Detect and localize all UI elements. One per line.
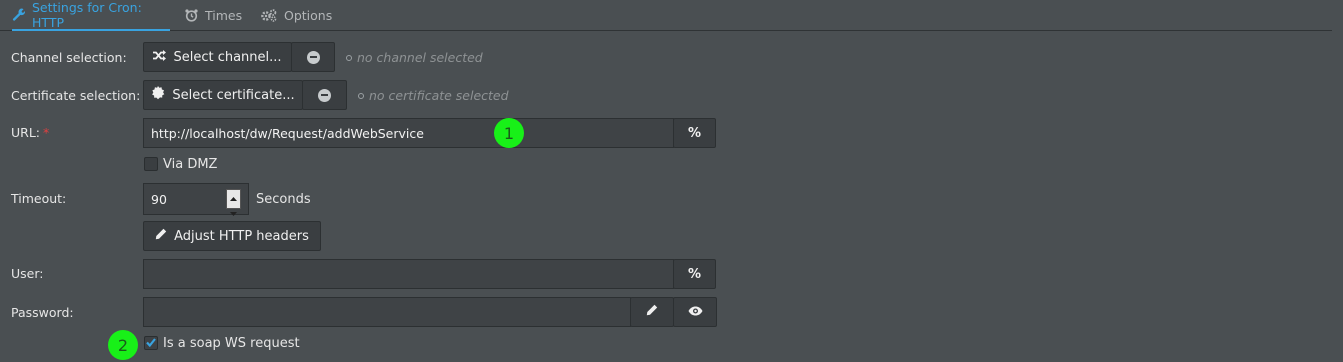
- tab-options[interactable]: Options: [261, 0, 332, 30]
- arrow-up-icon[interactable]: [230, 190, 237, 205]
- certificate-selection-label: Certificate selection:: [11, 88, 141, 103]
- eye-icon: [688, 305, 703, 320]
- marker-2: 2: [108, 330, 138, 360]
- timeout-spinner[interactable]: [226, 189, 241, 216]
- via-dmz-label: Via DMZ: [163, 157, 218, 172]
- adjust-http-headers-button[interactable]: Adjust HTTP headers: [143, 221, 321, 251]
- certificate-status: no certificate selected: [358, 88, 509, 103]
- circle-icon: [346, 54, 352, 61]
- url-input[interactable]: http://localhost/dw/Request/addWebServic…: [143, 118, 674, 148]
- timeout-unit: Seconds: [256, 192, 311, 207]
- tab-times-label: Times: [205, 7, 243, 23]
- password-label: Password:: [11, 305, 74, 320]
- clear-certificate-button[interactable]: [302, 80, 347, 110]
- required-marker: *: [43, 125, 50, 140]
- edit-password-button[interactable]: [630, 297, 674, 327]
- url-placeholder-button[interactable]: %: [673, 118, 716, 148]
- tab-options-label: Options: [284, 7, 333, 23]
- user-label: User:: [11, 266, 44, 281]
- channel-selection-label: Channel selection:: [11, 50, 127, 65]
- pencil-icon: [155, 228, 167, 244]
- certificate-status-text: no certificate selected: [369, 88, 509, 103]
- soap-request-label: Is a soap WS request: [163, 336, 300, 351]
- user-placeholder-button[interactable]: %: [673, 259, 716, 289]
- tab-settings-label: Settings for Cron: HTTP: [32, 0, 142, 30]
- alarm-clock-icon: [185, 8, 198, 22]
- minus-circle-icon: [318, 88, 331, 102]
- gears-icon: [261, 8, 277, 22]
- arrow-down-icon[interactable]: [230, 205, 237, 220]
- certificate-seal-icon: [151, 86, 165, 104]
- adjust-http-headers-label: Adjust HTTP headers: [174, 228, 309, 244]
- tab-bar: Settings for Cron: HTTP Times Options: [0, 0, 1332, 31]
- url-label: URL: *: [11, 125, 49, 140]
- shuffle-icon: [153, 49, 167, 65]
- user-input[interactable]: [143, 259, 674, 289]
- tab-times[interactable]: Times: [185, 0, 242, 30]
- select-certificate-label: Select certificate...: [172, 87, 295, 103]
- marker-1: 1: [494, 118, 524, 148]
- circle-icon: [358, 92, 364, 99]
- channel-status-text: no channel selected: [357, 50, 483, 65]
- channel-status: no channel selected: [346, 50, 483, 65]
- wrench-icon: [12, 8, 25, 21]
- checkmark-icon: [146, 336, 156, 351]
- select-channel-button[interactable]: Select channel...: [143, 42, 292, 72]
- soap-request-checkbox[interactable]: [144, 336, 158, 350]
- tab-settings[interactable]: Settings for Cron: HTTP: [12, 0, 170, 31]
- via-dmz-checkbox[interactable]: [144, 157, 158, 171]
- select-channel-label: Select channel...: [173, 49, 282, 65]
- minus-circle-icon: [306, 50, 320, 64]
- select-certificate-button[interactable]: Select certificate...: [143, 80, 303, 110]
- password-input[interactable]: [143, 297, 631, 327]
- url-label-text: URL:: [11, 125, 41, 140]
- show-password-button[interactable]: [673, 297, 717, 327]
- timeout-label: Timeout:: [11, 191, 67, 206]
- pencil-icon: [646, 304, 658, 320]
- clear-channel-button[interactable]: [291, 42, 335, 72]
